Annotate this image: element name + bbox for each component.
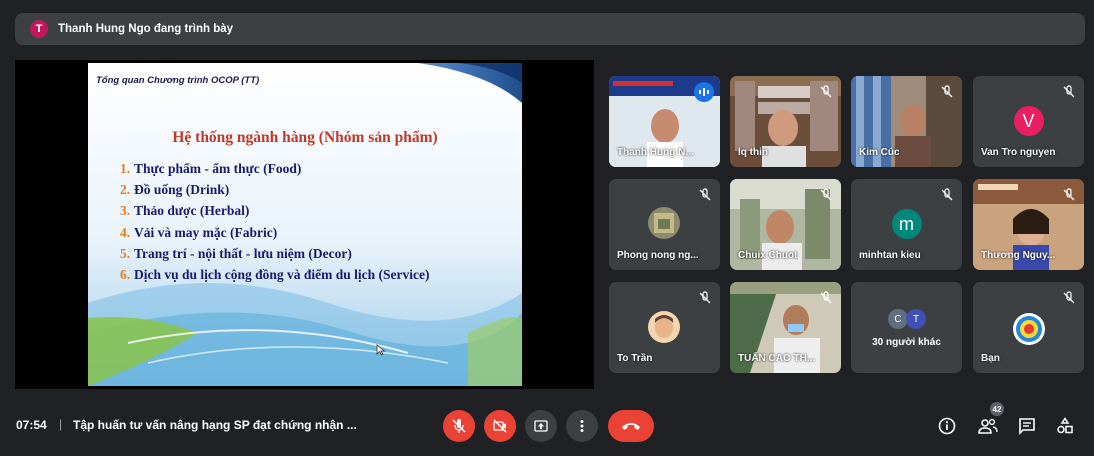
activities-icon [1057, 417, 1073, 434]
participant-count-badge: 42 [990, 402, 1004, 416]
participant-name: Bạn [981, 353, 1000, 364]
mic-off-icon [820, 188, 832, 201]
mic-toggle-button[interactable] [443, 410, 475, 442]
participant-tile[interactable]: V Van Tro nguyen [973, 76, 1084, 167]
leave-call-button[interactable] [608, 410, 654, 442]
presentation-stage[interactable]: Tổng quan Chương trình OCOP (TT) Hệ thốn… [15, 60, 594, 389]
participant-tile[interactable]: Thương Nguy... [973, 179, 1084, 270]
participant-avatar [648, 311, 680, 343]
participant-name: Thương Nguy... [981, 250, 1056, 261]
slide-list: 1. Thực phẩm - ẩm thực (Food) 2. Đồ uống (… [120, 158, 430, 285]
participant-avatar [648, 207, 680, 239]
meeting-details-button[interactable] [937, 416, 957, 436]
mic-off-icon [699, 188, 711, 201]
participant-tile[interactable]: TUẤN CAO TH... [730, 282, 841, 373]
mic-off-icon [1063, 188, 1075, 201]
slide: Tổng quan Chương trình OCOP (TT) Hệ thốn… [88, 63, 522, 386]
participant-avatar: m [891, 209, 922, 239]
mic-off-icon [452, 419, 466, 433]
participants-button[interactable] [978, 416, 998, 436]
slide-list-item: 1. Thực phẩm - ẩm thực (Food) [120, 161, 302, 176]
bottom-bar: 07:54 | Tập huấn tư vấn nâng hạng SP đạt… [0, 399, 1094, 456]
mic-off-icon [941, 85, 953, 98]
participant-avatar: V [1013, 106, 1044, 136]
participant-name: Van Tro nguyen [981, 147, 1056, 158]
mic-off-icon [1063, 85, 1075, 98]
more-vert-icon [580, 420, 584, 432]
people-icon [978, 418, 998, 434]
participant-name: lq thin [738, 147, 768, 158]
slide-list-item: 5. Trang trí - nội thất - lưu niệm (Decor… [120, 245, 352, 261]
participant-tile[interactable]: Thanh Hung N... [609, 76, 720, 167]
meeting-title: Tập huấn tư vấn nâng hạng SP đạt chứng n… [73, 418, 357, 432]
presenter-banner: T Thanh Hung Ngo đang trình bày [15, 13, 1085, 45]
self-tile[interactable]: Bạn [973, 282, 1084, 373]
present-icon [534, 420, 548, 432]
camera-off-icon [493, 419, 507, 433]
meeting-time: 07:54 [16, 418, 47, 432]
slide-list-item: 6. Dịch vụ du lịch cộng đồng và điểm du l… [120, 266, 430, 282]
mic-off-icon [699, 291, 711, 304]
separator: | [59, 417, 63, 431]
participant-tile[interactable]: To Trần [609, 282, 720, 373]
participant-name: Phong nong ng... [617, 250, 699, 261]
participant-name: Chuix Chuot [738, 250, 798, 261]
participant-tile[interactable]: Phong nong ng... [609, 179, 720, 270]
participant-avatar [1013, 313, 1045, 345]
participant-tile[interactable]: Kim Cúc [851, 76, 962, 167]
participant-tile[interactable]: Chuix Chuot [730, 179, 841, 270]
present-button[interactable] [525, 410, 557, 442]
participant-name: To Trần [617, 353, 653, 364]
slide-title: Hệ thống ngành hàng (Nhóm sản phẩm) [172, 129, 438, 146]
presenter-avatar: T [30, 20, 48, 38]
chat-icon [1019, 418, 1035, 435]
participant-name: TUẤN CAO TH... [738, 353, 816, 364]
mic-off-icon [820, 85, 832, 98]
mic-off-icon [941, 188, 953, 201]
participant-tile[interactable]: lq thin [730, 76, 841, 167]
chat-button[interactable] [1017, 416, 1037, 436]
slide-list-item: 4. Vải và may mặc (Fabric) [120, 224, 278, 240]
speaking-indicator [694, 82, 714, 102]
others-tile[interactable]: C T 30 người khác [851, 282, 962, 373]
participant-name: Thanh Hung N... [617, 147, 694, 158]
participant-name: Kim Cúc [859, 147, 900, 158]
others-label: 30 người khác [872, 337, 941, 348]
activities-button[interactable] [1055, 416, 1075, 436]
camera-toggle-button[interactable] [484, 410, 516, 442]
mic-off-icon [820, 291, 832, 304]
participant-name: minhtan kieu [859, 250, 921, 261]
participant-tile[interactable]: m minhtan kieu [851, 179, 962, 270]
presenter-label: Thanh Hung Ngo đang trình bày [58, 23, 234, 35]
mouse-cursor-icon [376, 344, 386, 356]
mic-off-icon [1063, 291, 1075, 304]
info-icon [938, 417, 956, 435]
slide-header: Tổng quan Chương trình OCOP (TT) [96, 75, 260, 86]
slide-list-item: 2. Đồ uống (Drink) [120, 182, 230, 198]
other-avatar: C [888, 309, 908, 329]
audio-level-icon [699, 88, 709, 96]
call-end-icon [622, 423, 640, 430]
other-avatar: T [906, 309, 926, 329]
more-options-button[interactable] [566, 410, 598, 442]
slide-list-item: 3. Thảo dược (Herbal) [120, 203, 250, 219]
